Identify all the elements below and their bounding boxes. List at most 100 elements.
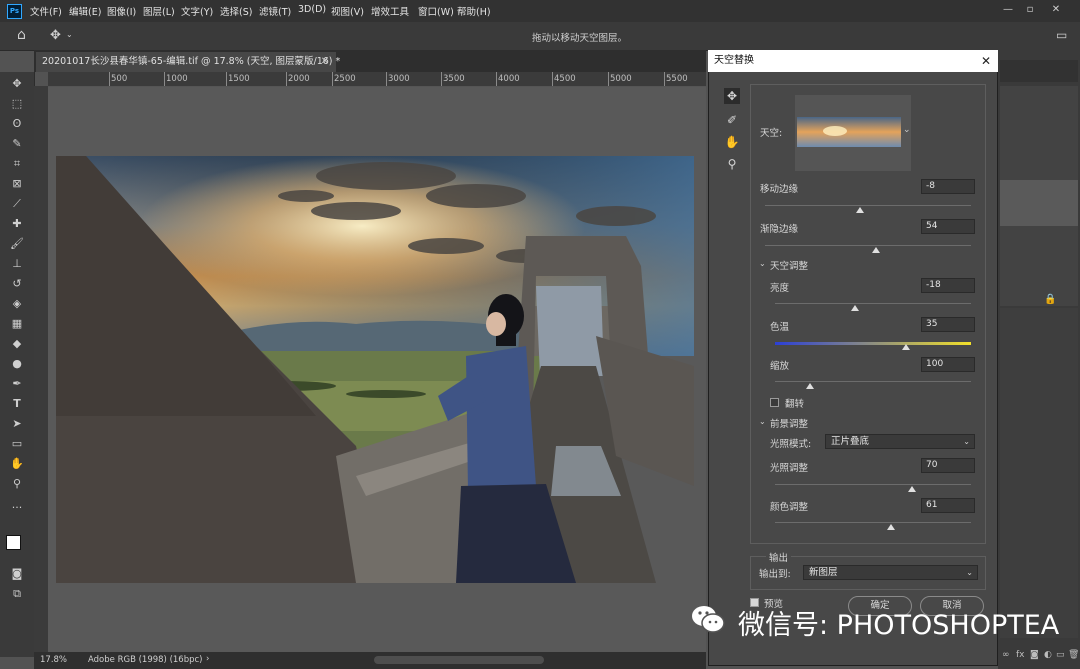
status-chevron-icon[interactable]: › [206, 654, 209, 664]
menu-file[interactable]: 文件(F) [30, 4, 62, 18]
document-image[interactable] [56, 156, 694, 583]
stamp-tool-icon[interactable]: ⊥ [8, 256, 26, 272]
brightness-slider-thumb[interactable] [851, 305, 860, 311]
menu-help[interactable]: 帮助(H) [457, 4, 491, 18]
maximize-icon[interactable]: ▫ [1020, 2, 1040, 18]
workspace-icon[interactable]: ▭ [1056, 28, 1067, 42]
fx-icon[interactable]: fx [1016, 650, 1025, 660]
lighting-mode-select[interactable]: 正片叠底 ⌄ [825, 434, 975, 449]
menu-edit[interactable]: 编辑(E) [69, 4, 101, 18]
screen-mode-icon[interactable]: ⧉ [8, 586, 26, 602]
brightness-value[interactable]: -18 [921, 278, 975, 293]
history-brush-tool-icon[interactable]: ↺ [8, 276, 26, 292]
menu-select[interactable]: 选择(S) [220, 4, 252, 18]
lasso-tool-icon[interactable]: ʘ [8, 116, 26, 132]
link-icon[interactable]: ∞ [1002, 650, 1010, 660]
menu-window[interactable]: 窗口(W) [418, 4, 454, 18]
color-profile: Adobe RGB (1998) (16bpc) [88, 655, 203, 665]
zoom-tool-icon[interactable]: ⚲ [8, 476, 26, 492]
layer-row-selected[interactable] [1000, 180, 1078, 226]
folder-icon[interactable]: ▭ [1056, 650, 1065, 660]
hand-tool-icon[interactable]: ✋ [8, 456, 26, 472]
brightness-slider[interactable] [775, 303, 971, 304]
zoom-level[interactable]: 17.8% [40, 655, 67, 665]
hand-tool-icon[interactable]: ✋ [724, 134, 740, 150]
shift-edge-value[interactable]: -8 [921, 179, 975, 194]
close-tab-icon[interactable]: ✕ [318, 52, 332, 72]
chevron-down-icon[interactable]: ⌄ [66, 30, 73, 39]
menu-view[interactable]: 视图(V) [331, 4, 364, 18]
color-adjust-value[interactable]: 61 [921, 498, 975, 513]
move-tool-icon[interactable]: ✥ [8, 76, 26, 92]
dialog-title: 天空替换 [708, 50, 998, 72]
lighting-adjust-slider[interactable] [775, 484, 971, 485]
sky-brush-tool-icon[interactable]: ✐ [724, 112, 740, 128]
sky-adjust-header[interactable]: 天空调整 [770, 258, 808, 272]
fade-edge-value[interactable]: 54 [921, 219, 975, 234]
output-to-select[interactable]: 新图层 ⌄ [803, 565, 978, 580]
quick-select-tool-icon[interactable]: ✎ [8, 136, 26, 152]
eraser-tool-icon[interactable]: ◈ [8, 296, 26, 312]
dodge-tool-icon[interactable]: ● [8, 356, 26, 372]
crop-tool-icon[interactable]: ⌗ [8, 156, 26, 172]
pen-tool-icon[interactable]: ✒ [8, 376, 26, 392]
home-icon[interactable]: ⌂ [17, 27, 26, 43]
sky-picker[interactable]: ⌄ [795, 95, 911, 171]
frame-tool-icon[interactable]: ⊠ [8, 176, 26, 192]
temperature-value[interactable]: 35 [921, 317, 975, 332]
photoshop-logo-icon: Ps [7, 4, 22, 19]
menu-filter[interactable]: 滤镜(T) [259, 4, 291, 18]
scale-value[interactable]: 100 [921, 357, 975, 372]
color-slider-thumb[interactable] [886, 524, 895, 530]
trash-icon[interactable]: 🗑 [1068, 650, 1079, 660]
temperature-slider-thumb[interactable] [902, 344, 911, 350]
eyedropper-tool-icon[interactable]: ⟋ [8, 196, 26, 212]
collapse-chevron-icon[interactable]: ⌄ [759, 417, 766, 426]
healing-tool-icon[interactable]: ✚ [8, 216, 26, 232]
chevron-down-icon[interactable]: ⌄ [903, 125, 911, 135]
horizontal-scrollbar[interactable] [374, 656, 544, 664]
zoom-tool-icon[interactable]: ⚲ [724, 156, 740, 172]
flip-checkbox[interactable] [770, 398, 779, 407]
collapse-chevron-icon[interactable]: ⌄ [759, 259, 766, 268]
fade-edge-label: 渐隐边缘 [760, 224, 799, 235]
fade-edge-slider-thumb[interactable] [872, 247, 881, 253]
lighting-adjust-value[interactable]: 70 [921, 458, 975, 473]
move-tool-option-icon[interactable]: ✥ [50, 28, 61, 43]
sky-move-tool-icon[interactable]: ✥ [724, 88, 740, 104]
shape-tool-icon[interactable]: ▭ [8, 436, 26, 452]
quick-mask-icon[interactable]: ◙ [8, 566, 26, 582]
marquee-tool-icon[interactable]: ⬚ [8, 96, 26, 112]
foreground-header[interactable]: 前景调整 [770, 416, 808, 430]
type-tool-icon[interactable]: T [8, 396, 26, 412]
lighting-slider-thumb[interactable] [908, 486, 917, 492]
foreground-color-swatch[interactable] [6, 535, 21, 550]
document-tab[interactable]: 20201017长沙县春华镇-65-编辑.tif @ 17.8% (天空, 图层… [36, 52, 340, 72]
close-window-icon[interactable]: ✕ [1046, 2, 1066, 18]
brush-tool-icon[interactable]: 🖌 [8, 236, 26, 252]
gradient-tool-icon[interactable]: ▦ [8, 316, 26, 332]
fade-edge-slider[interactable] [765, 245, 971, 246]
menu-image[interactable]: 图像(I) [107, 4, 136, 18]
menu-type[interactable]: 文字(Y) [181, 4, 213, 18]
mask-icon[interactable]: ◙ [1030, 650, 1039, 660]
blur-tool-icon[interactable]: ◆ [8, 336, 26, 352]
adjustment-icon[interactable]: ◐ [1044, 650, 1052, 660]
scale-slider-thumb[interactable] [806, 383, 815, 389]
menu-3d[interactable]: 3D(D) [298, 4, 326, 15]
lighting-adjust-label: 光照调整 [770, 463, 809, 474]
menu-layer[interactable]: 图层(L) [143, 4, 175, 18]
temperature-slider[interactable] [775, 342, 971, 345]
more-tools-icon[interactable]: ··· [8, 500, 26, 516]
sky-thumbnail [797, 117, 901, 147]
shift-edge-slider[interactable] [765, 205, 971, 206]
lock-icon[interactable]: 🔒 [1044, 294, 1056, 305]
scale-slider[interactable] [775, 381, 971, 382]
color-adjust-slider[interactable] [775, 522, 971, 523]
shift-edge-slider-thumb[interactable] [855, 207, 864, 213]
dialog-close-icon[interactable]: ✕ [976, 50, 996, 72]
ruler-tick: 2500 [332, 72, 356, 86]
menu-plugins[interactable]: 增效工具 [371, 4, 409, 18]
path-select-tool-icon[interactable]: ➤ [8, 416, 26, 432]
minimize-icon[interactable]: — [998, 2, 1018, 18]
